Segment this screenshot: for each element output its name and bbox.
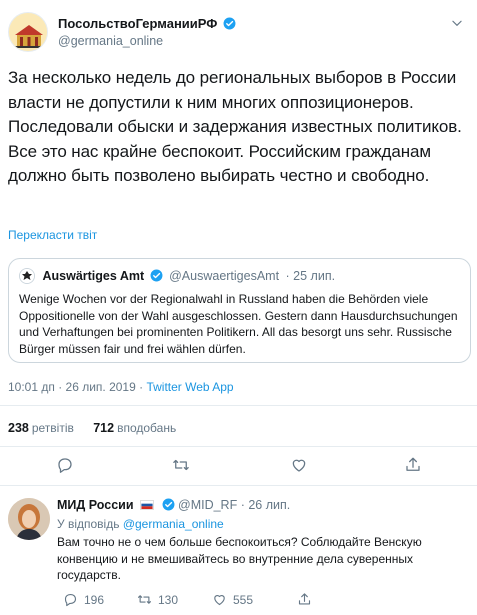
quoted-author-name: Auswärtiges Amt <box>42 269 145 283</box>
person-avatar-icon <box>8 498 50 540</box>
tweet-meta: 10:01 дп · 26 лип. 2019 · Twitter Web Ap… <box>8 380 234 394</box>
reply-tweet[interactable]: МИД России @MID_RF · 26 лип. У відповідь… <box>0 490 477 615</box>
retweet-icon <box>138 595 151 604</box>
source-app-link[interactable]: Twitter Web App <box>146 380 233 394</box>
reply-retweet-count: 130 <box>158 593 179 607</box>
verified-badge-icon <box>162 498 174 511</box>
reply-icon <box>64 593 77 607</box>
likes-count: 712 <box>93 421 115 435</box>
verified-badge-icon <box>150 269 163 282</box>
reply-icon <box>58 458 72 473</box>
heart-icon <box>214 595 225 606</box>
tweet-stats: 238 ретвітів 712 вподобань <box>8 421 176 435</box>
tweet-header: ПосольствоГерманииРФ @germania_online <box>8 12 468 52</box>
quoted-avatar <box>19 268 35 284</box>
chevron-down-icon[interactable] <box>450 16 464 30</box>
embassy-building-icon <box>9 13 47 51</box>
reply-action-bar: 196 130 555 <box>57 592 457 610</box>
embassy-avatar[interactable] <box>8 12 48 52</box>
replying-to-line: У відповідь @germania_online <box>57 517 224 531</box>
share-icon <box>298 593 311 605</box>
quoted-tweet-text: Wenige Wochen vor der Regionalwahl in Ru… <box>19 292 458 356</box>
retweets-label: ретвітів <box>31 421 74 435</box>
retweets-count: 238 <box>8 421 29 435</box>
retweet-button[interactable] <box>172 456 190 474</box>
reply-like-count: 555 <box>233 593 254 607</box>
author-handle[interactable]: @germania_online <box>58 34 163 48</box>
quoted-author-handle: @AuswaertigesAmt <box>169 269 280 283</box>
reply-retweet-button[interactable]: 130 <box>137 592 178 608</box>
verified-badge-icon <box>223 17 236 30</box>
replying-to-label: У відповідь <box>57 517 120 531</box>
reply-reply-button[interactable]: 196 <box>63 592 104 608</box>
divider <box>0 405 477 406</box>
quoted-tweet[interactable]: Auswärtiges Amt @AuswaertigesAmt · 25 ли… <box>8 258 471 363</box>
author-name-row[interactable]: ПосольствоГерманииРФ <box>58 16 236 31</box>
tweet-text: За несколько недель до региональных выбо… <box>8 68 462 185</box>
replying-to-handle[interactable]: @germania_online <box>123 517 224 531</box>
reply-reply-count: 196 <box>84 593 105 607</box>
quoted-tweet-time: · 25 лип. <box>285 269 336 283</box>
divider <box>0 485 477 486</box>
share-icon <box>406 457 420 471</box>
likes-label: вподобань <box>117 421 177 435</box>
reply-time[interactable]: · 26 лип. <box>241 498 291 512</box>
reply-author-name[interactable]: МИД России <box>57 498 134 512</box>
reply-avatar[interactable] <box>8 498 50 540</box>
tweet-action-bar <box>0 456 477 478</box>
share-button[interactable] <box>404 456 422 474</box>
reply-author-handle[interactable]: @MID_RF <box>178 498 237 512</box>
reply-header: МИД России @MID_RF · 26 лип. <box>57 498 290 512</box>
translate-tweet-link[interactable]: Перекласти твіт <box>8 228 97 242</box>
reply-share-button[interactable] <box>297 592 318 608</box>
retweet-icon <box>173 459 189 471</box>
like-button[interactable] <box>290 456 308 474</box>
tweet-timestamp[interactable]: 10:01 дп · 26 лип. 2019 · <box>8 380 146 394</box>
reply-button[interactable] <box>56 456 74 474</box>
reply-like-button[interactable]: 555 <box>212 592 253 608</box>
reply-text: Вам точно не о чем больше беспокоиться? … <box>57 535 422 582</box>
likes-stat[interactable]: 712 вподобань <box>93 421 176 435</box>
author-name[interactable]: ПосольствоГерманииРФ <box>58 16 217 31</box>
heart-icon <box>292 459 306 472</box>
quoted-tweet-header: Auswärtiges Amt @AuswaertigesAmt · 25 ли… <box>19 268 335 284</box>
divider <box>0 446 477 447</box>
russia-flag-icon <box>140 500 155 510</box>
retweets-stat[interactable]: 238 ретвітів <box>8 421 74 435</box>
eagle-emblem-icon <box>20 269 34 283</box>
